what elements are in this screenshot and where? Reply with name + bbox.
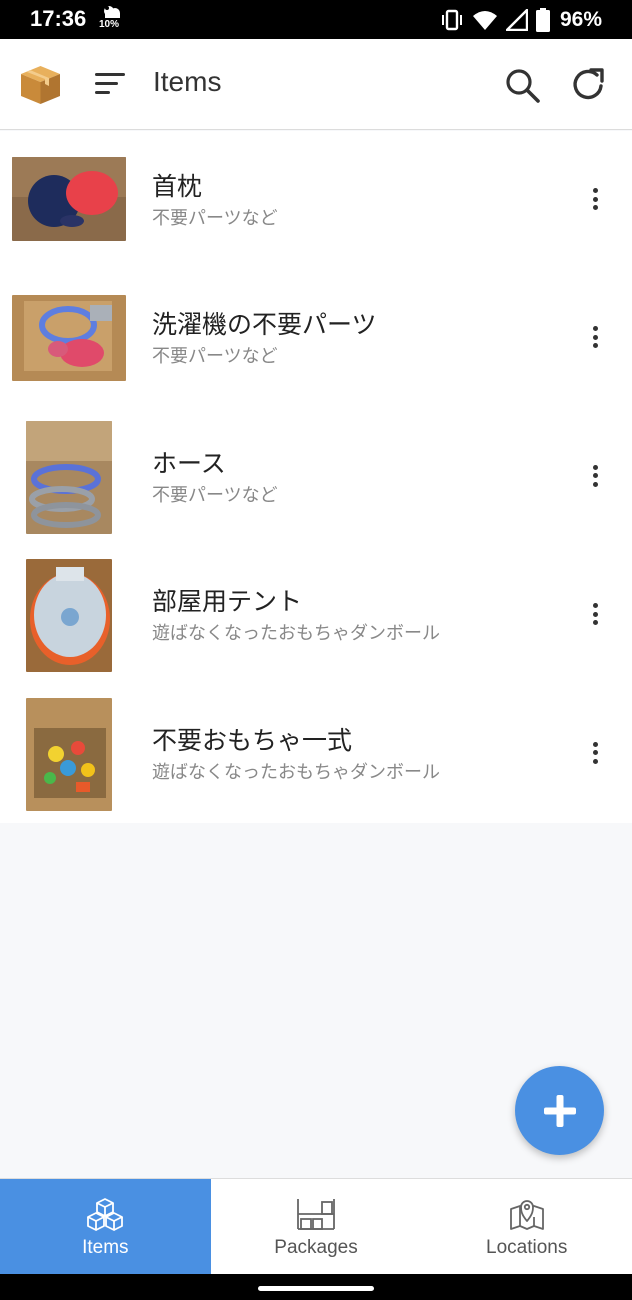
gesture-handle[interactable] bbox=[258, 1286, 374, 1291]
search-icon[interactable] bbox=[503, 66, 541, 104]
item-subtitle: 不要パーツなど bbox=[152, 346, 278, 368]
add-item-button[interactable] bbox=[515, 1066, 604, 1155]
item-subtitle: 不要パーツなど bbox=[152, 208, 278, 229]
item-name: ホース bbox=[152, 448, 226, 478]
weather-temp: 10% bbox=[99, 19, 120, 30]
item-subtitle: 遊ばなくなったおもちゃダンボール bbox=[152, 623, 440, 645]
toys-photo bbox=[26, 697, 112, 811]
tab-label: Packages bbox=[274, 1237, 358, 1258]
more-options-icon[interactable] bbox=[585, 185, 605, 213]
package-box-icon bbox=[21, 66, 60, 104]
page-title: Items bbox=[153, 66, 222, 97]
sort-menu-icon[interactable] bbox=[93, 69, 127, 99]
item-subtitle: 遊ばなくなったおもちゃダンボール bbox=[152, 761, 440, 783]
battery-icon bbox=[535, 8, 550, 32]
list-item[interactable]: 不要おもちゃ一式 遊ばなくなったおもちゃダンボール bbox=[0, 685, 632, 823]
tent-photo bbox=[26, 559, 112, 673]
list-item[interactable]: 洗濯機の不要パーツ 不要パーツなど bbox=[0, 269, 632, 407]
list-item[interactable]: ホース 不要パーツなど bbox=[0, 408, 632, 546]
tab-packages[interactable]: Packages bbox=[211, 1179, 422, 1274]
item-name: 部屋用テント bbox=[152, 587, 303, 617]
battery-percent: 96% bbox=[559, 8, 602, 31]
signal-icon bbox=[505, 9, 528, 31]
more-options-icon[interactable] bbox=[585, 600, 605, 628]
status-time: 17:36 bbox=[30, 6, 87, 31]
items-list: 首枕 不要パーツなど 洗濯機の不要パーツ 不要パーツなど ホース 不要パーツなど… bbox=[0, 131, 632, 823]
item-name: 不要おもちゃ一式 bbox=[152, 725, 353, 755]
wifi-icon bbox=[472, 11, 497, 30]
bottom-navigation: Items Packages Locations bbox=[0, 1178, 632, 1274]
top-app-bar: Items bbox=[0, 39, 632, 130]
item-name: 洗濯機の不要パーツ bbox=[152, 310, 377, 340]
box-parts-photo bbox=[12, 295, 126, 382]
tab-items[interactable]: Items bbox=[0, 1179, 211, 1274]
pillow-photo bbox=[12, 157, 126, 241]
weather-icon: 10% bbox=[99, 5, 127, 35]
list-item[interactable]: 部屋用テント 遊ばなくなったおもちゃダンボール bbox=[0, 546, 632, 684]
more-options-icon[interactable] bbox=[585, 323, 605, 351]
hose-photo bbox=[26, 420, 112, 534]
list-item[interactable]: 首枕 不要パーツなど bbox=[0, 131, 632, 269]
tab-label: Items bbox=[82, 1237, 129, 1258]
shelf-icon bbox=[297, 1199, 335, 1230]
status-bar: 17:36 10% 96% bbox=[0, 0, 632, 39]
cubes-icon bbox=[87, 1198, 124, 1231]
refresh-icon[interactable] bbox=[569, 66, 609, 104]
more-options-icon[interactable] bbox=[585, 739, 605, 767]
gesture-nav-area bbox=[0, 1274, 632, 1300]
status-icons: 96% bbox=[440, 7, 602, 33]
plus-icon bbox=[543, 1094, 576, 1127]
tab-locations[interactable]: Locations bbox=[421, 1179, 632, 1274]
item-subtitle: 不要パーツなど bbox=[152, 484, 278, 506]
map-pin-icon bbox=[509, 1200, 544, 1230]
item-name: 首枕 bbox=[152, 172, 203, 201]
app-screen: Items 首枕 不要パーツなど 洗濯機の不要パーツ 不要パーツなど ホース 不… bbox=[0, 39, 632, 1274]
more-options-icon[interactable] bbox=[585, 462, 605, 490]
tab-label: Locations bbox=[486, 1237, 568, 1258]
vibrate-icon bbox=[441, 9, 462, 31]
